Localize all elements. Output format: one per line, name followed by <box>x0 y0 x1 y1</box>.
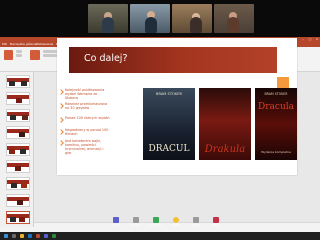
slide-canvas[interactable]: Co dalej? Kolejność publikowania wydań W… <box>57 38 297 175</box>
participant-video-tile[interactable] <box>88 4 128 33</box>
bullet-arrow-icon <box>58 103 64 109</box>
reactions-icon <box>173 217 179 223</box>
layout-icon[interactable] <box>43 50 57 53</box>
slide-thumbnail[interactable] <box>6 126 30 139</box>
mic-icon <box>193 217 199 223</box>
participant-video-tile[interactable] <box>214 4 254 33</box>
participants-button[interactable]: Uczestnicy <box>148 215 164 230</box>
bullet-arrow-icon <box>58 117 64 123</box>
chrome-icon[interactable] <box>52 234 56 238</box>
book-title: DRACUL <box>148 144 190 154</box>
powerpoint-icon[interactable] <box>36 234 40 238</box>
leave-icon <box>213 217 219 223</box>
slide-title[interactable]: Co dalej? <box>84 53 127 64</box>
book-subtitle: Wydanie kompletne <box>261 150 291 154</box>
cut-icon[interactable] <box>16 50 22 53</box>
book-title: Dracula <box>258 102 294 112</box>
share-screen-icon <box>113 217 119 223</box>
slide-thumbnail[interactable] <box>6 160 30 173</box>
bullet-text[interactable]: Kolejność publikowania wydań Wampira ze … <box>65 88 111 100</box>
slide-thumbnail-selected[interactable] <box>6 211 30 224</box>
meeting-controls: Pokaż Rozmowa Uczestnicy Reakcje Wycisz … <box>108 215 238 230</box>
bullet-text[interactable]: Nagrodzony w ponad 100 filmach <box>65 128 111 136</box>
book-author: BRAM STOKER <box>156 92 182 96</box>
share-screen-button[interactable]: Pokaż <box>108 215 124 230</box>
bullet-text[interactable]: Jest bohaterem bajki, komiksu, powieści … <box>65 139 111 155</box>
chat-button[interactable]: Rozmowa <box>128 215 144 230</box>
chat-icon <box>133 217 139 223</box>
slide-thumbnails-pane <box>0 72 34 227</box>
file-explorer-icon[interactable] <box>20 234 24 238</box>
participant-video-tile[interactable] <box>130 4 170 33</box>
screen: Prezentacja Stereotypy drakuli - PowerPo… <box>0 0 320 240</box>
bullet-arrow-icon <box>58 89 64 95</box>
participant-video-tile[interactable] <box>172 4 212 33</box>
slide-thumbnail[interactable] <box>6 194 30 207</box>
bullet-text[interactable]: Również przetłumaczona na 30 języków <box>65 102 111 110</box>
new-slide-icon[interactable] <box>30 50 40 60</box>
reactions-button[interactable]: Reakcje <box>168 215 184 230</box>
leave-button[interactable]: Opuść <box>208 215 224 230</box>
paste-icon[interactable] <box>4 50 13 60</box>
book-cover-image[interactable]: BRAM STOKER Dracula Wydanie kompletne <box>255 88 297 160</box>
slide-thumbnail[interactable] <box>6 109 30 122</box>
bullet-text[interactable]: Ponad 100 różnych wydań <box>65 116 111 120</box>
book-cover-image[interactable]: BRAM STOKER DRACUL <box>143 88 195 160</box>
windows-taskbar <box>0 232 320 240</box>
edge-icon[interactable] <box>28 234 32 238</box>
book-title: Drakula <box>204 144 246 155</box>
copy-icon[interactable] <box>16 54 22 57</box>
people-icon <box>153 217 159 223</box>
teams-icon[interactable] <box>44 234 48 238</box>
bullet-arrow-icon <box>58 129 64 135</box>
search-icon[interactable] <box>12 234 16 238</box>
book-cover-image[interactable]: Drakula <box>199 88 251 160</box>
start-icon[interactable] <box>4 234 8 238</box>
bullet-arrow-icon <box>58 140 64 146</box>
slide-thumbnail[interactable] <box>6 143 30 156</box>
slide-thumbnail[interactable] <box>6 177 30 190</box>
book-author: BRAM STOKER <box>264 92 288 96</box>
video-participants-strip <box>0 0 320 37</box>
mute-button[interactable]: Wycisz <box>188 215 204 230</box>
slide-thumbnail[interactable] <box>6 75 30 88</box>
slide-thumbnail[interactable] <box>6 92 30 105</box>
reset-icon[interactable] <box>43 54 57 57</box>
